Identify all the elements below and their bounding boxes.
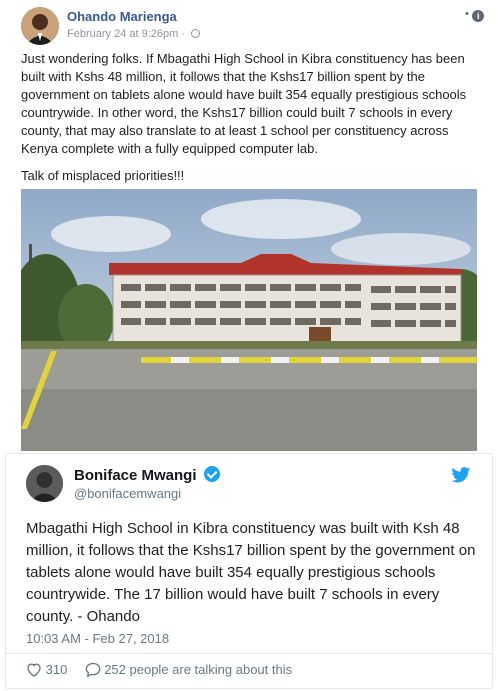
post-header: Ohando Marienga February 24 at 9:26pm · … [21,7,485,47]
post-body: Just wondering folks. If Mbagathi High S… [21,50,481,194]
tweet-author-name[interactable]: Boniface Mwangi [74,466,220,484]
facebook-post: Ohando Marienga February 24 at 9:26pm · … [0,0,498,453]
school-building-photo[interactable] [21,189,477,451]
tweet-actions: 310 252 people are talking about this [26,660,292,680]
info-icon[interactable]: i [472,10,485,22]
post-paragraph: Talk of misplaced priorities!!! [21,168,185,183]
author-name[interactable]: Ohando Marienga [67,9,177,24]
twitter-bird-icon[interactable] [451,467,471,483]
tweet-author-name-text[interactable]: Boniface Mwangi [74,467,197,484]
like-button[interactable]: 310 [26,661,67,677]
globe-icon [191,29,201,38]
embedded-tweet[interactable]: Boniface Mwangi @bonifacemwangi Mbagathi… [5,453,493,689]
post-date[interactable]: February 24 at 9:26pm · [67,28,201,40]
divider [6,653,492,654]
heart-icon [27,663,41,677]
speech-bubble-icon [85,662,100,678]
reply-button[interactable]: 252 people are talking about this [85,661,293,678]
author-avatar[interactable] [21,7,59,45]
post-paragraph: Just wondering folks. If Mbagathi High S… [21,51,467,156]
post-options[interactable]: • i [465,7,485,22]
like-count: 310 [45,661,68,677]
conversation-text: 252 people are talking about this [104,661,293,677]
post-date-text[interactable]: February 24 at 9:26pm [67,28,178,40]
tweet-timestamp[interactable]: 10:03 AM - Feb 27, 2018 [26,631,169,646]
tweet-author-handle[interactable]: @bonifacemwangi [74,486,181,501]
dot-icon: • [465,8,469,20]
tweet-author-avatar[interactable] [26,465,63,502]
tweet-text: Mbagathi High School in Kibra constituen… [26,520,476,625]
verified-badge-icon [203,466,220,482]
date-separator: · [181,28,186,40]
